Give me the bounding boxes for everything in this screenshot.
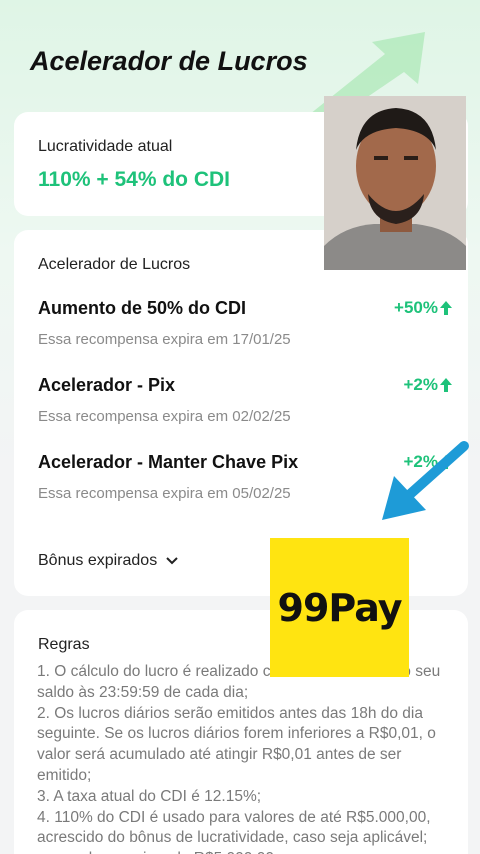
rule-line: 4. 110% do CDI é usado para valores de a…: [37, 808, 431, 854]
arrow-up-icon: [440, 301, 452, 315]
rules-text: 1. O cálculo do lucro é realizado com ba…: [37, 662, 457, 854]
accelerator-item: Aumento de 50% do CDI Essa recompensa ex…: [38, 298, 452, 348]
accelerator-item-name: Acelerador - Pix: [38, 375, 176, 395]
profit-label: Lucratividade atual: [38, 138, 173, 155]
rule-line: 3. A taxa atual do CDI é 12.15%;: [37, 787, 262, 805]
accelerator-item: Acelerador - Pix Essa recompensa expira …: [38, 375, 452, 425]
accelerator-item-expiry: Essa recompensa expira em 02/02/25: [38, 408, 291, 425]
logo-text: 99Pay: [277, 585, 403, 630]
rules-title: Regras: [38, 636, 90, 653]
profit-value: 110% + 54% do CDI: [38, 168, 231, 191]
percent-value: +50%: [394, 298, 438, 317]
chevron-down-icon: [166, 557, 178, 565]
accelerator-item-name: Aumento de 50% do CDI: [38, 298, 247, 318]
percent-value: +2%: [403, 375, 439, 394]
accelerator-title: Acelerador de Lucros: [38, 256, 191, 273]
99pay-logo: 99Pay: [270, 538, 409, 677]
webcam-overlay: [324, 96, 466, 270]
accelerator-item-percent: +50%: [394, 298, 452, 318]
accelerator-item-expiry: Essa recompensa expira em 17/01/25: [38, 331, 291, 348]
expired-bonus-toggle[interactable]: Bônus expirados: [38, 552, 179, 570]
arrow-up-icon: [440, 378, 452, 392]
accelerator-item-percent: +2%: [403, 375, 452, 395]
rule-line: 2. Os lucros diários serão emitidos ante…: [37, 704, 436, 784]
expired-bonus-label: Bônus expirados: [38, 552, 158, 569]
pointer-arrow-icon: [378, 440, 470, 524]
page-title: Acelerador de Lucros: [30, 46, 308, 76]
